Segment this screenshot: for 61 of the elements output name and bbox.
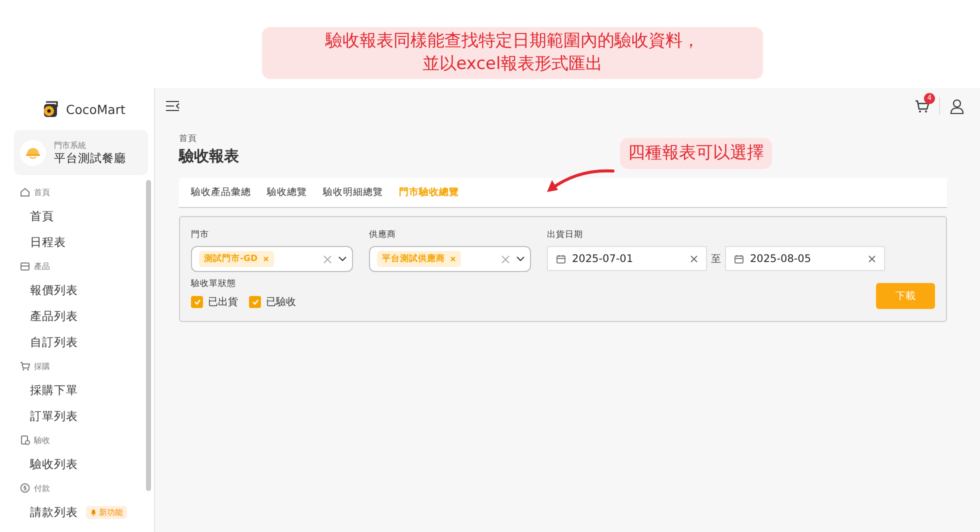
section-label: 驗收 — [34, 434, 50, 446]
remove-tag-icon[interactable] — [450, 256, 456, 262]
selected-tag: 測試門市-GD — [199, 251, 274, 267]
checkbox[interactable] — [191, 296, 203, 308]
sidebar-item[interactable]: 產品列表 — [0, 303, 142, 329]
remove-tag-icon[interactable] — [262, 256, 269, 262]
menu-collapse-icon[interactable] — [165, 100, 180, 112]
sidebar-item[interactable]: 自訂列表 — [0, 329, 142, 355]
coin-icon — [20, 483, 30, 493]
app-logo-text: CocoMart — [66, 102, 126, 116]
sidebar-item[interactable]: 報價列表 — [0, 277, 142, 303]
annotation-line: 並以excel報表形式匯出 — [421, 52, 604, 76]
breadcrumb[interactable]: 首頁 — [179, 133, 197, 145]
report-tab[interactable]: 驗收總覽 — [259, 178, 315, 208]
selected-tag: 平台測試供應商 — [377, 251, 461, 267]
cart-icon[interactable] — [915, 100, 929, 112]
clear-icon[interactable] — [868, 254, 876, 262]
start-date-field[interactable]: 2025-07-01 — [547, 246, 707, 271]
store-system-label: 門市系統 — [54, 140, 87, 150]
checkmark-icon — [252, 299, 258, 305]
date-range-separator: 至 — [711, 252, 721, 266]
store-name: 平台測試餐廳 — [54, 150, 126, 166]
annotation-line: 驗收報表同樣能查找特定日期範圍內的驗收資料， — [324, 30, 700, 53]
sidebar-item[interactable]: 訂單列表 — [0, 403, 142, 429]
sidebar-item[interactable]: 請款列表 — [30, 504, 78, 520]
section-label: 首頁 — [34, 186, 50, 198]
report-tab[interactable]: 驗收明細總覽 — [315, 178, 391, 208]
chevron-down-icon — [516, 256, 525, 262]
clear-icon[interactable] — [690, 254, 698, 262]
checkbox[interactable] — [249, 296, 261, 308]
bell-icon — [90, 508, 97, 516]
sidebar-item[interactable]: 驗收列表 — [0, 451, 142, 477]
sidebar-item[interactable]: 首頁 — [0, 203, 142, 229]
checkbox-label: 已出貨 — [208, 296, 238, 309]
calendar-icon — [556, 254, 566, 264]
end-date-field[interactable]: 2025-08-05 — [725, 246, 885, 271]
logo-icon — [41, 100, 59, 118]
field-label: 門市 — [191, 229, 210, 241]
sidebar-item[interactable]: 日程表 — [0, 229, 142, 255]
annotation-note: 四種報表可以選擇 — [620, 138, 772, 169]
section-label: 付款 — [34, 482, 50, 494]
checkbox-label: 已驗收 — [266, 296, 296, 309]
chevron-down-icon — [338, 256, 347, 262]
checkmark-icon — [194, 299, 200, 305]
sidebar-item[interactable]: 採購下單 — [0, 377, 142, 403]
cart-icon — [20, 361, 30, 371]
calendar-icon — [734, 254, 744, 264]
page-title: 驗收報表 — [179, 147, 239, 166]
field-label: 驗收單狀態 — [191, 278, 237, 290]
store-card[interactable]: 門市系統 平台測試餐廳 — [14, 130, 148, 175]
new-feature-badge: 新功能 — [86, 506, 127, 518]
section-label: 產品 — [34, 260, 50, 272]
helmet-icon — [25, 146, 41, 160]
clipboard-icon — [20, 435, 30, 445]
user-icon[interactable] — [950, 98, 964, 114]
field-label: 供應商 — [369, 229, 397, 241]
box-icon — [20, 261, 30, 271]
section-label: 採購 — [34, 360, 50, 372]
home-icon — [20, 187, 30, 197]
report-tab[interactable]: 驗收產品彙總 — [183, 178, 259, 208]
field-label: 出貨日期 — [547, 229, 584, 241]
